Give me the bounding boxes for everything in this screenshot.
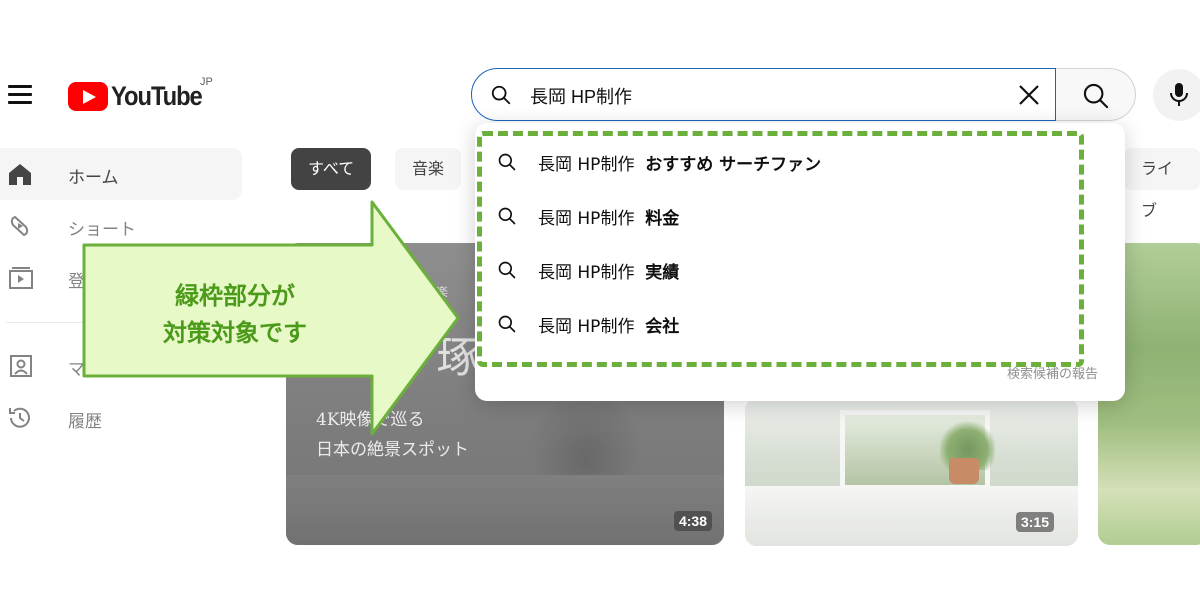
report-suggestions-link[interactable]: 検索候補の報告 [1007, 363, 1098, 382]
callout-text: 緑枠部分が [175, 282, 295, 310]
home-icon [9, 164, 31, 185]
search-icon [498, 315, 516, 333]
suggestion-item[interactable]: 長岡 HP制作 会社 [475, 299, 1125, 349]
youtube-play-icon [68, 81, 108, 111]
suggestion-text: 長岡 HP制作 会社 [538, 317, 680, 337]
sidebar-item-home[interactable]: ホーム [0, 148, 242, 200]
search-suggestions-dropdown: 長岡 HP制作 おすすめ サーチファン 長岡 HP制作 料金 長岡 HP制作 実… [475, 123, 1125, 401]
suggestion-item[interactable]: 長岡 HP制作 おすすめ サーチファン [475, 137, 1125, 187]
microphone-icon [1170, 83, 1188, 106]
suggestion-text: 長岡 HP制作 実績 [538, 263, 680, 283]
pot-image [949, 458, 979, 484]
search-icon [498, 207, 516, 225]
history-icon [9, 407, 30, 428]
search-icon [498, 153, 516, 171]
search-input[interactable]: 長岡 HP制作 [471, 68, 1056, 121]
search-icon [490, 84, 512, 110]
suggestion-item[interactable]: 長岡 HP制作 料金 [475, 191, 1125, 241]
video-thumbnail[interactable]: 3:15 [745, 398, 1078, 546]
suggestion-text: 長岡 HP制作 料金 [538, 209, 680, 229]
you-icon [10, 355, 32, 377]
logo-text: YouTube [111, 80, 203, 111]
video-duration: 3:15 [1015, 512, 1054, 532]
chip-live[interactable]: ライブ [1124, 148, 1200, 220]
callout-text: 対策対象です [163, 319, 307, 347]
search-button[interactable] [1056, 68, 1136, 121]
youtube-logo[interactable]: YouTube [68, 78, 214, 114]
search-icon [1083, 83, 1109, 109]
menu-icon[interactable] [6, 82, 34, 108]
video-duration: 4:38 [673, 511, 712, 531]
thumbnail-caption: 日本の絶景スポット [316, 440, 469, 460]
subscriptions-icon [9, 267, 33, 289]
suggestion-text: 長岡 HP制作 おすすめ サーチファン [538, 155, 822, 175]
suggestion-item[interactable]: 長岡 HP制作 実績 [475, 245, 1125, 295]
thumbnail-floor [286, 475, 724, 545]
clear-icon[interactable] [1015, 81, 1043, 109]
shorts-icon [10, 215, 29, 237]
region-label: JP [200, 76, 213, 88]
search-icon [498, 261, 516, 279]
sidebar-item-label: ホーム [68, 168, 119, 188]
chip-all[interactable]: すべて [291, 148, 372, 190]
chip-music[interactable]: 音楽 [395, 148, 462, 190]
voice-search-button[interactable] [1153, 69, 1200, 121]
search-query-text[interactable]: 長岡 HP制作 [530, 83, 632, 109]
